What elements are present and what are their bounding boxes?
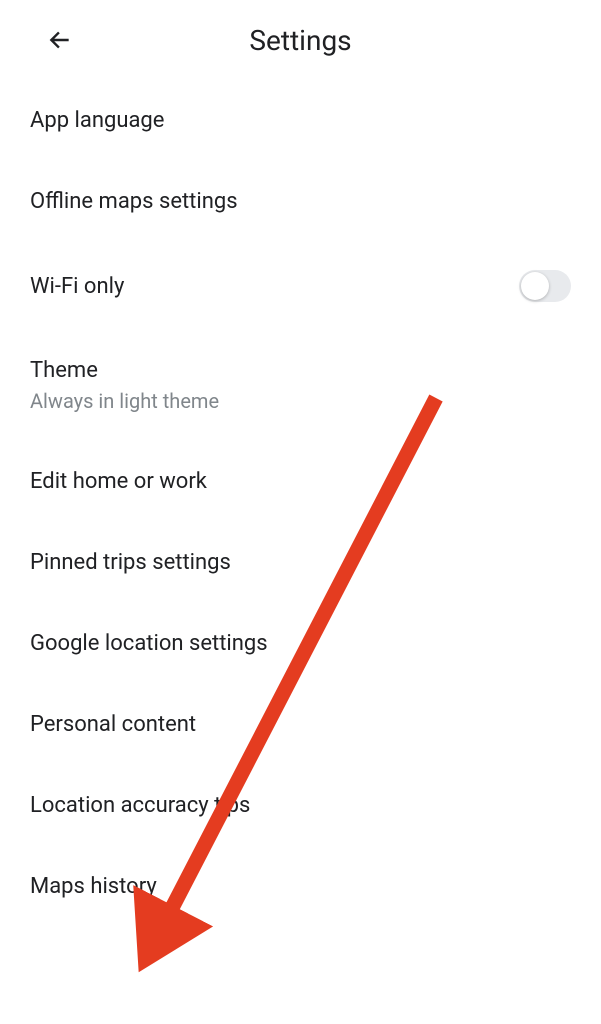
setting-theme[interactable]: Theme Always in light theme	[30, 330, 571, 441]
setting-text: Location accuracy tips	[30, 793, 250, 818]
setting-location-accuracy[interactable]: Location accuracy tips	[30, 765, 571, 846]
page-title: Settings	[249, 24, 351, 57]
setting-label: Location accuracy tips	[30, 793, 250, 818]
setting-label: App language	[30, 108, 164, 133]
setting-text: Offline maps settings	[30, 189, 238, 214]
setting-label: Offline maps settings	[30, 189, 238, 214]
setting-edit-home-work[interactable]: Edit home or work	[30, 441, 571, 522]
setting-label: Theme	[30, 358, 219, 383]
back-arrow-icon	[47, 27, 73, 53]
setting-text: Google location settings	[30, 631, 268, 656]
setting-label: Personal content	[30, 712, 196, 737]
wifi-only-toggle[interactable]	[519, 270, 571, 302]
back-button[interactable]	[40, 20, 80, 60]
setting-wifi-only[interactable]: Wi-Fi only	[30, 242, 571, 330]
setting-text: Pinned trips settings	[30, 550, 231, 575]
setting-google-location[interactable]: Google location settings	[30, 603, 571, 684]
setting-offline-maps[interactable]: Offline maps settings	[30, 161, 571, 242]
setting-sublabel: Always in light theme	[30, 389, 219, 413]
settings-list: App language Offline maps settings Wi-Fi…	[0, 70, 601, 927]
toggle-knob	[521, 272, 549, 300]
setting-pinned-trips[interactable]: Pinned trips settings	[30, 522, 571, 603]
setting-label: Google location settings	[30, 631, 268, 656]
setting-text: Edit home or work	[30, 469, 207, 494]
setting-personal-content[interactable]: Personal content	[30, 684, 571, 765]
setting-text: App language	[30, 108, 164, 133]
setting-text: Theme Always in light theme	[30, 358, 219, 413]
setting-label: Wi-Fi only	[30, 274, 124, 299]
setting-text: Personal content	[30, 712, 196, 737]
setting-label: Edit home or work	[30, 469, 207, 494]
setting-label: Pinned trips settings	[30, 550, 231, 575]
setting-text: Wi-Fi only	[30, 274, 124, 299]
setting-app-language[interactable]: App language	[30, 80, 571, 161]
setting-maps-history[interactable]: Maps history	[30, 846, 571, 927]
setting-label: Maps history	[30, 874, 157, 899]
header: Settings	[0, 0, 601, 70]
setting-text: Maps history	[30, 874, 157, 899]
